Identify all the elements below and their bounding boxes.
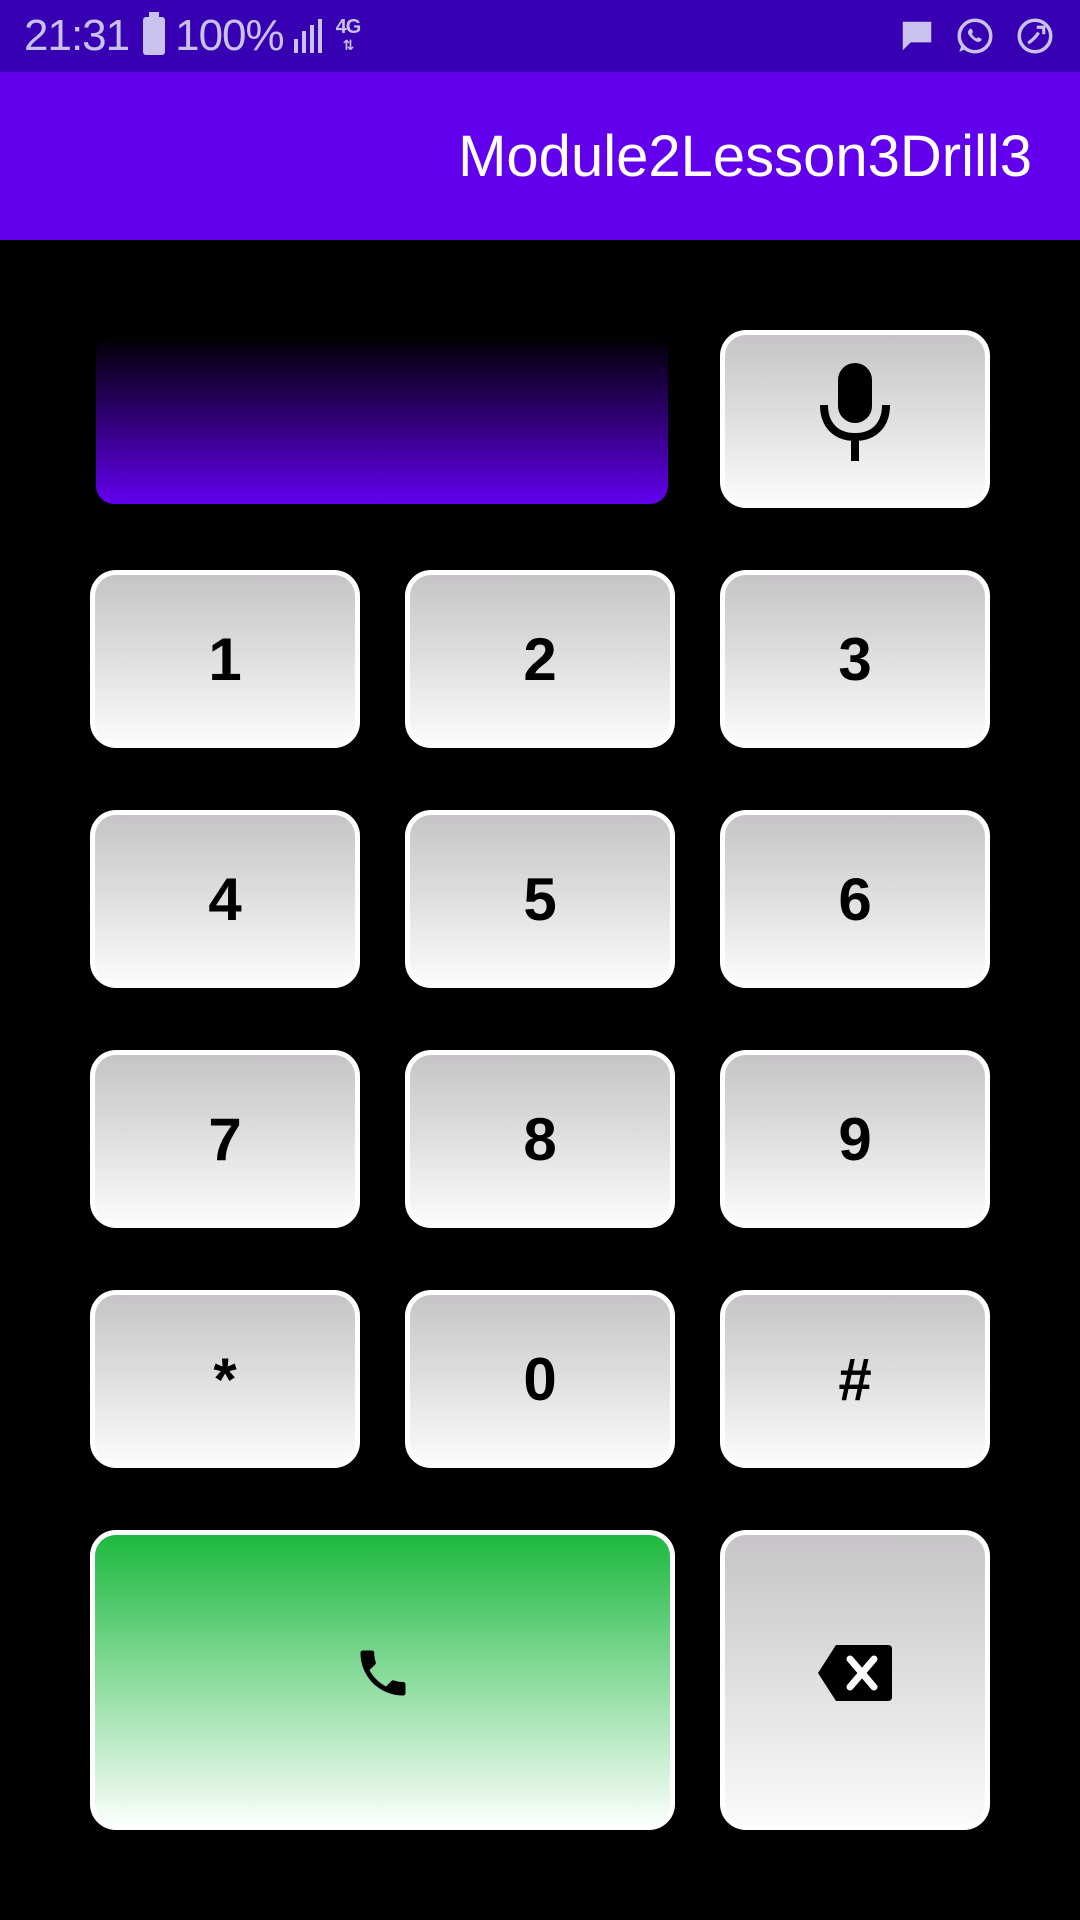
- backspace-button[interactable]: [720, 1530, 990, 1830]
- app-bar: Module2Lesson3Drill3: [0, 72, 1080, 240]
- backspace-icon: [818, 1645, 892, 1715]
- key-4[interactable]: 4: [90, 810, 360, 988]
- call-button[interactable]: [90, 1530, 675, 1830]
- phone-icon: [353, 1643, 413, 1717]
- key-2[interactable]: 2: [405, 570, 675, 748]
- key-5[interactable]: 5: [405, 810, 675, 988]
- signal-icon: [293, 19, 322, 53]
- battery-icon: [143, 12, 166, 55]
- data-arrows-icon: ⇅: [342, 37, 355, 53]
- app-title: Module2Lesson3Drill3: [458, 123, 1032, 189]
- key-3[interactable]: 3: [720, 570, 990, 748]
- status-bar: 21:31 100% 4G ⇅: [0, 0, 1080, 72]
- whatsapp-icon: [954, 15, 996, 57]
- microphone-icon: [818, 363, 892, 475]
- key-0[interactable]: 0: [405, 1290, 675, 1468]
- key-hash[interactable]: #: [720, 1290, 990, 1468]
- battery-level: 100%: [175, 11, 285, 60]
- status-right: [898, 15, 1056, 57]
- status-left: 21:31 100% 4G ⇅: [24, 11, 362, 61]
- key-9[interactable]: 9: [720, 1050, 990, 1228]
- key-8[interactable]: 8: [405, 1050, 675, 1228]
- network-type: 4G: [335, 16, 362, 38]
- key-6[interactable]: 6: [720, 810, 990, 988]
- key-1[interactable]: 1: [90, 570, 360, 748]
- key-7[interactable]: 7: [90, 1050, 360, 1228]
- call-forward-icon: [1014, 15, 1056, 57]
- key-star[interactable]: *: [90, 1290, 360, 1468]
- number-display: [96, 336, 668, 504]
- network-indicator: 4G ⇅: [335, 16, 362, 54]
- message-icon: [898, 17, 936, 55]
- voice-input-button[interactable]: [720, 330, 990, 508]
- status-time: 21:31: [24, 11, 130, 60]
